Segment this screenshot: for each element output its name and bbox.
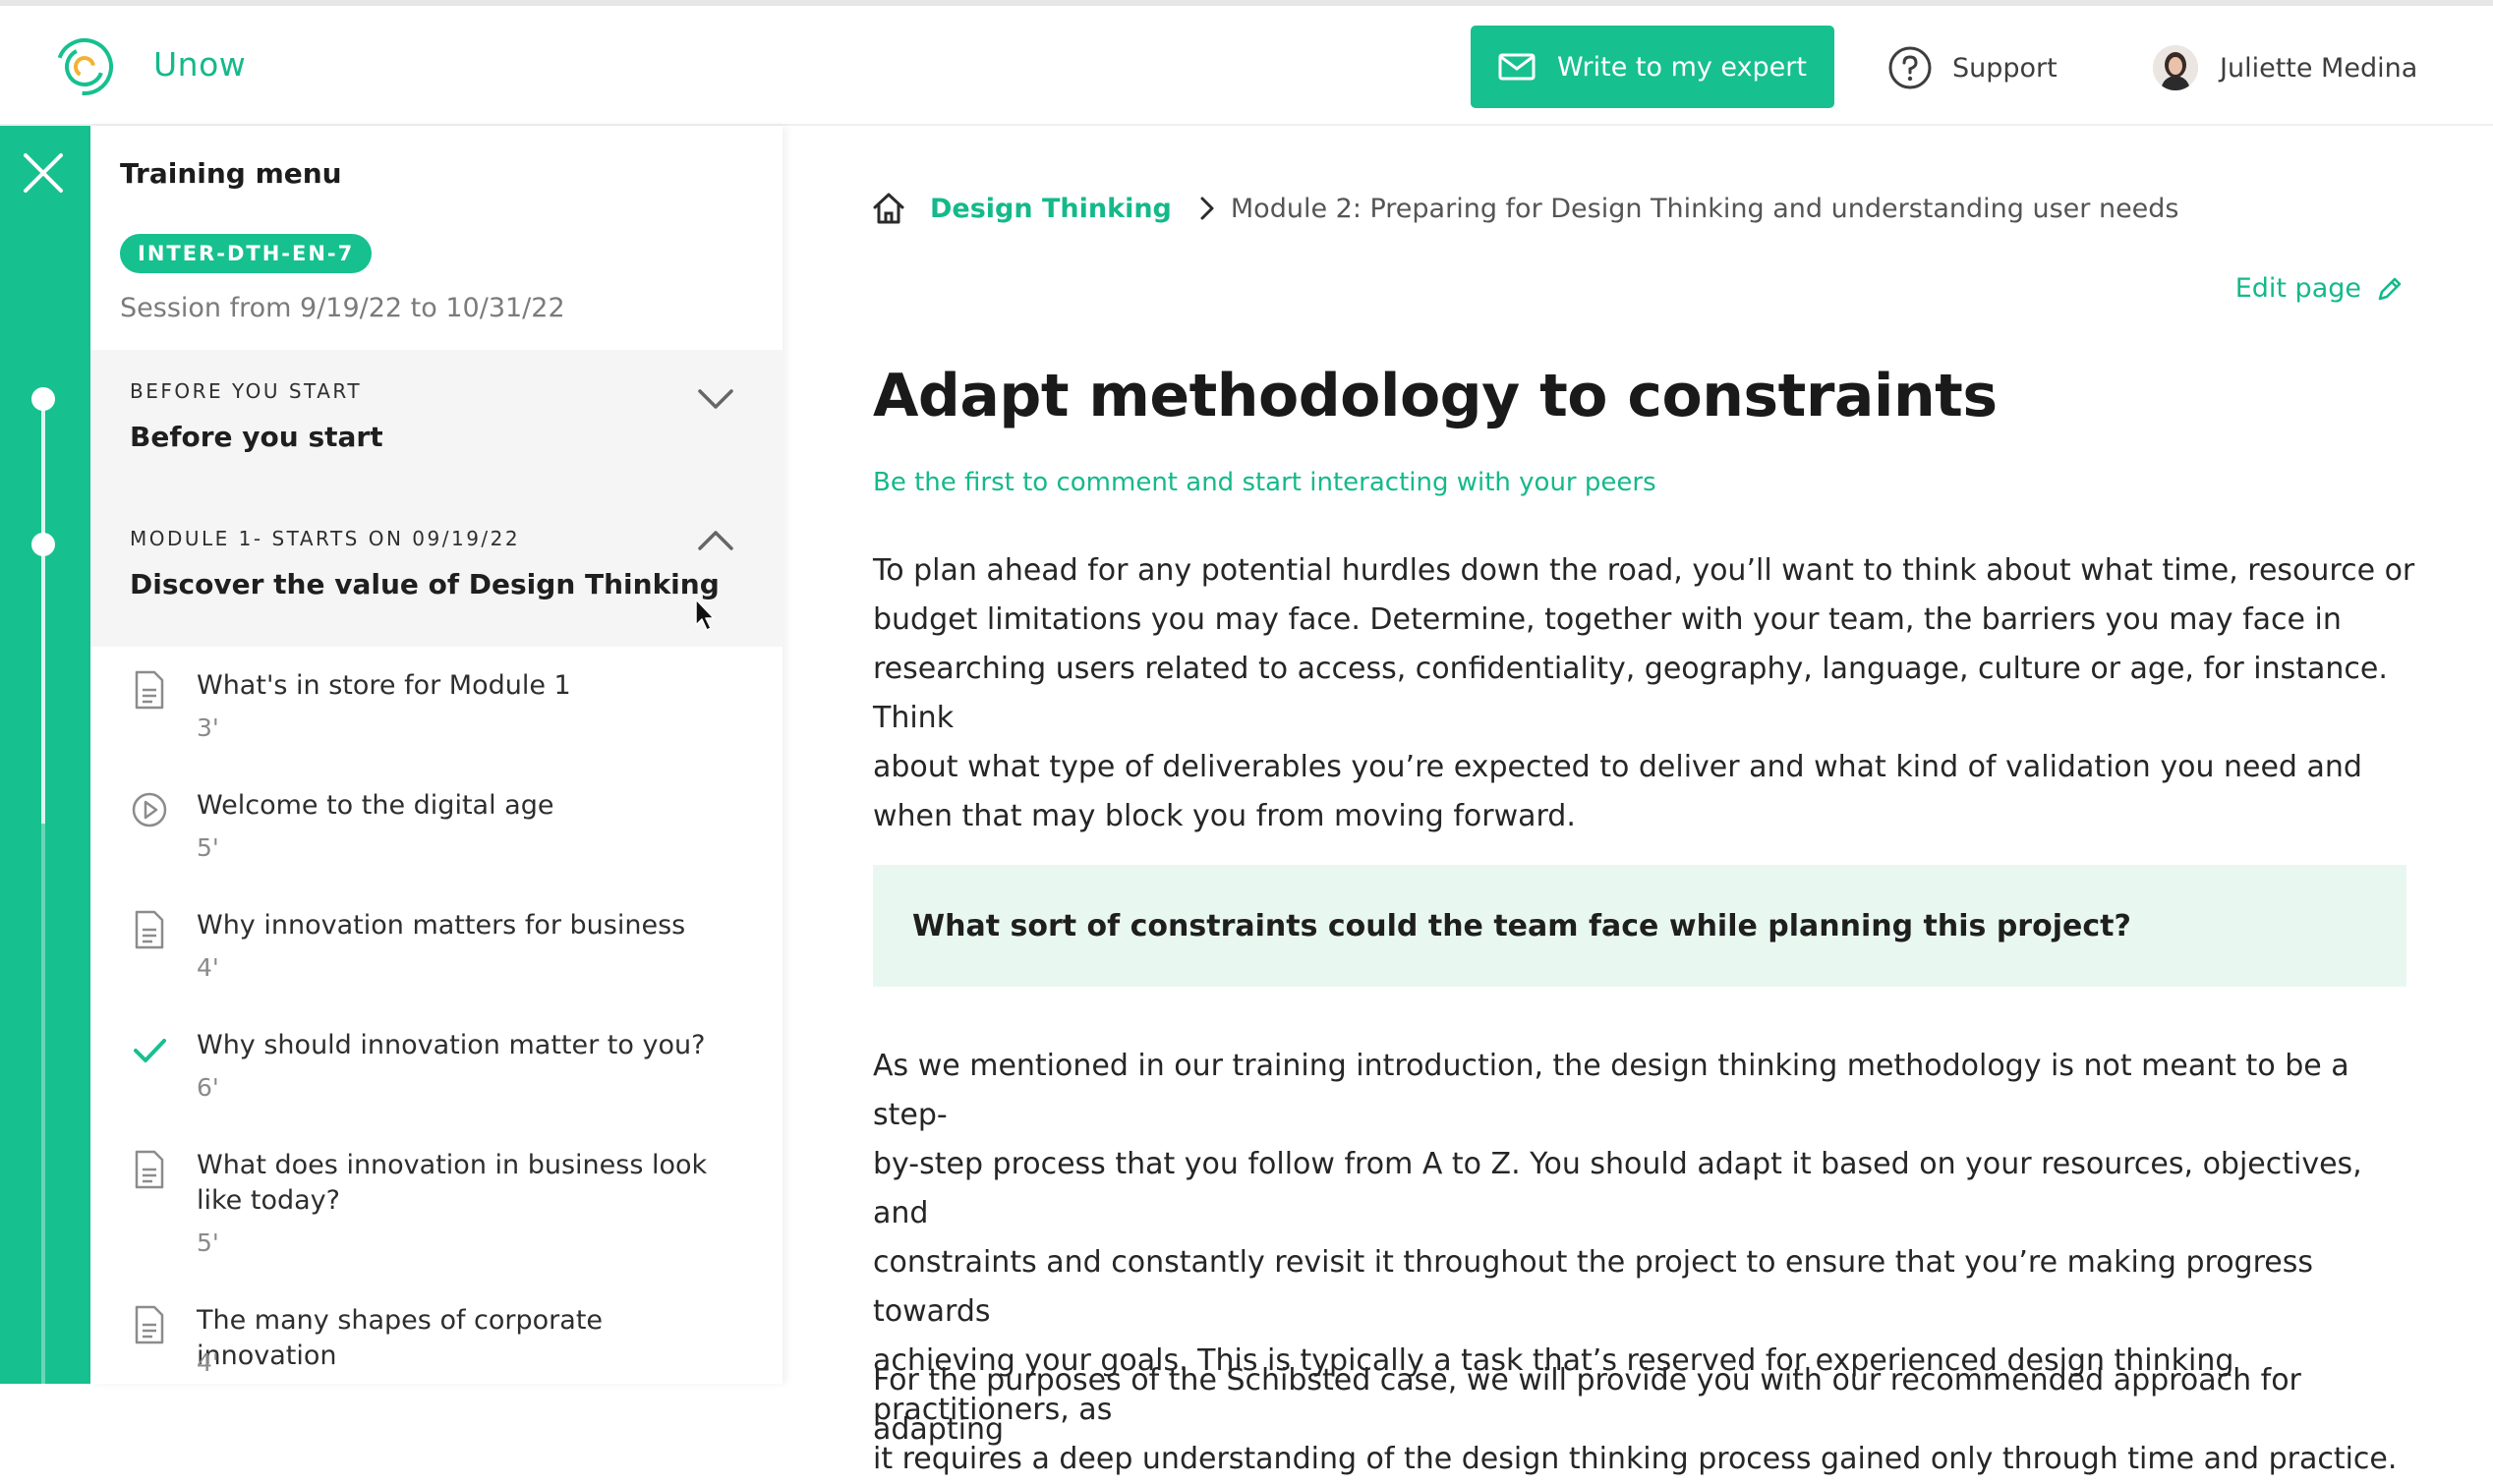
lesson-duration: 4': [197, 1348, 219, 1377]
mail-icon: [1498, 53, 1536, 81]
lesson-item[interactable]: Welcome to the digital age 5': [90, 788, 783, 896]
progress-line-remaining: [41, 824, 45, 1384]
lesson-item[interactable]: Why innovation matters for business 4': [90, 908, 783, 1016]
document-icon: [135, 910, 164, 949]
paragraph-line: researching users related to access, con…: [873, 652, 2388, 735]
section-module-1[interactable]: MODULE 1- STARTS ON 09/19/22 Discover th…: [90, 497, 783, 647]
section-title: Before you start: [130, 421, 383, 453]
comment-link[interactable]: Be the first to comment and start intera…: [873, 468, 1656, 497]
breadcrumb: Design Thinking Module 2: Preparing for …: [871, 189, 2179, 228]
progress-dot: [31, 533, 55, 556]
training-menu-panel: Training menu INTER-DTH-EN-7 Session fro…: [90, 126, 783, 1384]
lesson-duration: 6': [197, 1073, 219, 1102]
chevron-up-icon[interactable]: [696, 529, 735, 552]
paragraph-3: For the purposes of the Schibsted case, …: [873, 1363, 2301, 1447]
user-name: Juliette Medina: [2220, 52, 2418, 84]
progress-rail: [0, 126, 90, 1384]
section-label: MODULE 1- STARTS ON 09/19/22: [130, 527, 521, 550]
app-header: Unow Write to my expert Support Juliette…: [0, 6, 2493, 126]
support-label: Support: [1952, 52, 2058, 84]
question-callout: What sort of constraints could the team …: [873, 865, 2406, 987]
document-icon: [135, 1305, 164, 1344]
paragraph-line: about what type of deliverables you’re e…: [873, 750, 2362, 784]
document-icon: [135, 670, 164, 710]
support-link[interactable]: Support: [1887, 45, 2058, 90]
lesson-item[interactable]: Why should innovation matter to you? 6': [90, 1028, 783, 1136]
lesson-item[interactable]: What does innovation in business look li…: [90, 1148, 783, 1295]
edit-page-link[interactable]: Edit page: [2235, 273, 2405, 304]
lesson-content: Design Thinking Module 2: Preparing for …: [783, 126, 2493, 1476]
write-to-expert-button[interactable]: Write to my expert: [1471, 26, 1834, 108]
play-icon: [132, 792, 167, 828]
paragraph-line: when that may block you from moving forw…: [873, 799, 1576, 833]
lesson-duration: 4': [197, 953, 219, 982]
unow-logo-icon[interactable]: [53, 35, 116, 98]
section-before-you-start[interactable]: BEFORE YOU START Before you start: [90, 350, 783, 497]
panel-title: Training menu: [120, 157, 342, 190]
close-icon[interactable]: [18, 147, 69, 199]
lesson-title: Why should innovation matter to you?: [197, 1030, 706, 1060]
chevron-right-icon: [1200, 197, 1214, 220]
progress-line: [41, 401, 45, 824]
section-title: Discover the value of Design Thinking: [130, 568, 720, 600]
page-title: Adapt methodology to constraints: [873, 362, 1998, 430]
lesson-item[interactable]: What's in store for Module 1 3': [90, 668, 783, 776]
lesson-item[interactable]: The many shapes of corporate innovation …: [90, 1303, 783, 1384]
write-to-expert-label: Write to my expert: [1557, 51, 1807, 83]
breadcrumb-module[interactable]: Module 2: Preparing for Design Thinking …: [1231, 194, 2179, 224]
document-icon: [135, 1150, 164, 1189]
avatar: [2153, 45, 2198, 90]
session-dates: Session from 9/19/22 to 10/31/22: [120, 293, 565, 323]
edit-page-label: Edit page: [2234, 273, 2361, 304]
lesson-title: What does innovation in business look li…: [197, 1150, 708, 1216]
chevron-down-icon[interactable]: [696, 387, 735, 411]
check-icon: [134, 1039, 166, 1062]
lesson-duration: 5': [197, 833, 219, 862]
progress-dot: [31, 387, 55, 411]
section-label: BEFORE YOU START: [130, 379, 363, 403]
paragraph-line: constraints and constantly revisit it th…: [873, 1245, 2313, 1329]
lesson-title: Why innovation matters for business: [197, 910, 686, 941]
paragraph-line: budget limitations you may face. Determi…: [873, 602, 2342, 637]
paragraph-1: To plan ahead for any potential hurdles …: [873, 546, 2426, 841]
paragraph-line: To plan ahead for any potential hurdles …: [873, 553, 2415, 588]
lesson-title: Welcome to the digital age: [197, 790, 554, 821]
breadcrumb-course[interactable]: Design Thinking: [930, 194, 1172, 224]
brand-name[interactable]: Unow: [153, 45, 246, 84]
mouse-cursor-icon: [695, 599, 715, 631]
lesson-title: The many shapes of corporate innovation: [197, 1305, 604, 1371]
home-icon[interactable]: [871, 191, 906, 226]
lesson-title: What's in store for Module 1: [197, 670, 571, 701]
session-code-badge: INTER-DTH-EN-7: [120, 234, 373, 273]
paragraph-line: by-step process that you follow from A t…: [873, 1147, 2362, 1230]
help-icon: [1888, 46, 1932, 89]
pencil-icon: [2378, 277, 2402, 300]
lesson-duration: 3': [197, 713, 219, 742]
paragraph-line: As we mentioned in our training introduc…: [873, 1049, 2349, 1132]
lesson-duration: 5': [197, 1228, 219, 1257]
user-menu[interactable]: Juliette Medina: [2153, 43, 2417, 92]
